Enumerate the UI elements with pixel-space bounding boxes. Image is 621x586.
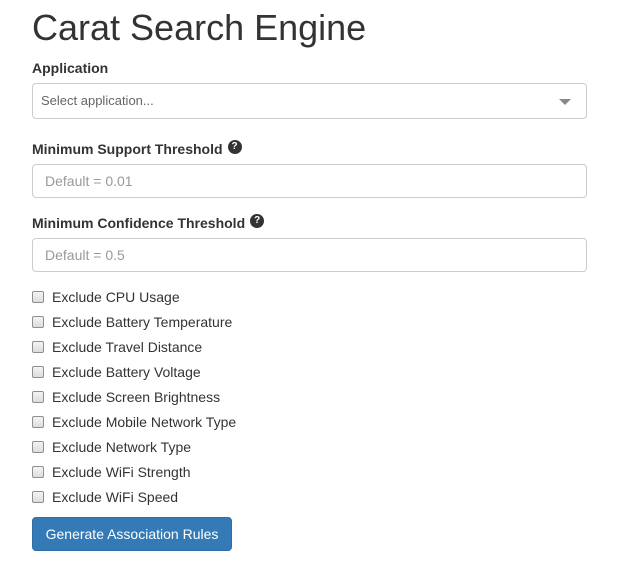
question-circle-icon[interactable]: ?	[227, 140, 242, 154]
confidence-threshold-label-text: Minimum Confidence Threshold	[32, 215, 246, 231]
exclude-cpu-usage-checkbox[interactable]	[32, 291, 44, 303]
support-threshold-label: Minimum Support Threshold ?	[32, 139, 242, 159]
exclude-battery-temperature-option[interactable]: Exclude Battery Temperature	[32, 312, 232, 332]
exclude-travel-distance-option[interactable]: Exclude Travel Distance	[32, 337, 202, 357]
confidence-threshold-label: Minimum Confidence Threshold ?	[32, 213, 265, 233]
exclude-wifi-speed-option[interactable]: Exclude WiFi Speed	[32, 487, 178, 507]
confidence-threshold-input[interactable]	[32, 238, 587, 272]
exclude-battery-temperature-label[interactable]: Exclude Battery Temperature	[52, 312, 232, 332]
application-label: Application	[32, 58, 108, 78]
exclude-wifi-speed-checkbox[interactable]	[32, 491, 44, 503]
exclude-cpu-usage-option[interactable]: Exclude CPU Usage	[32, 287, 180, 307]
exclude-battery-voltage-option[interactable]: Exclude Battery Voltage	[32, 362, 201, 382]
exclude-screen-brightness-option[interactable]: Exclude Screen Brightness	[32, 387, 220, 407]
application-select[interactable]: Select application...	[32, 83, 587, 119]
exclude-mobile-network-type-label[interactable]: Exclude Mobile Network Type	[52, 412, 236, 432]
exclude-wifi-strength-option[interactable]: Exclude WiFi Strength	[32, 462, 191, 482]
exclude-travel-distance-label[interactable]: Exclude Travel Distance	[52, 337, 202, 357]
exclude-battery-voltage-checkbox[interactable]	[32, 366, 44, 378]
support-threshold-label-text: Minimum Support Threshold	[32, 141, 223, 157]
exclude-network-type-label[interactable]: Exclude Network Type	[52, 437, 191, 457]
exclude-network-type-option[interactable]: Exclude Network Type	[32, 437, 191, 457]
support-threshold-input[interactable]	[32, 164, 587, 198]
exclude-travel-distance-checkbox[interactable]	[32, 341, 44, 353]
exclude-wifi-strength-label[interactable]: Exclude WiFi Strength	[52, 462, 191, 482]
page-title: Carat Search Engine	[32, 7, 367, 48]
exclude-wifi-strength-checkbox[interactable]	[32, 466, 44, 478]
application-select-placeholder: Select application...	[41, 93, 154, 108]
generate-association-rules-button[interactable]: Generate Association Rules	[32, 517, 232, 551]
application-label-text: Application	[32, 60, 109, 76]
exclude-wifi-speed-label[interactable]: Exclude WiFi Speed	[52, 487, 178, 507]
exclude-cpu-usage-label[interactable]: Exclude CPU Usage	[52, 287, 180, 307]
chevron-down-icon[interactable]	[559, 99, 571, 105]
exclude-network-type-checkbox[interactable]	[32, 441, 44, 453]
question-circle-icon[interactable]: ?	[250, 214, 265, 228]
search-form-page: Carat Search Engine Application Select a…	[0, 0, 621, 586]
exclude-mobile-network-type-option[interactable]: Exclude Mobile Network Type	[32, 412, 236, 432]
exclude-battery-voltage-label[interactable]: Exclude Battery Voltage	[52, 362, 201, 382]
exclude-mobile-network-type-checkbox[interactable]	[32, 416, 44, 428]
exclude-screen-brightness-checkbox[interactable]	[32, 391, 44, 403]
exclude-battery-temperature-checkbox[interactable]	[32, 316, 44, 328]
exclude-screen-brightness-label[interactable]: Exclude Screen Brightness	[52, 387, 220, 407]
